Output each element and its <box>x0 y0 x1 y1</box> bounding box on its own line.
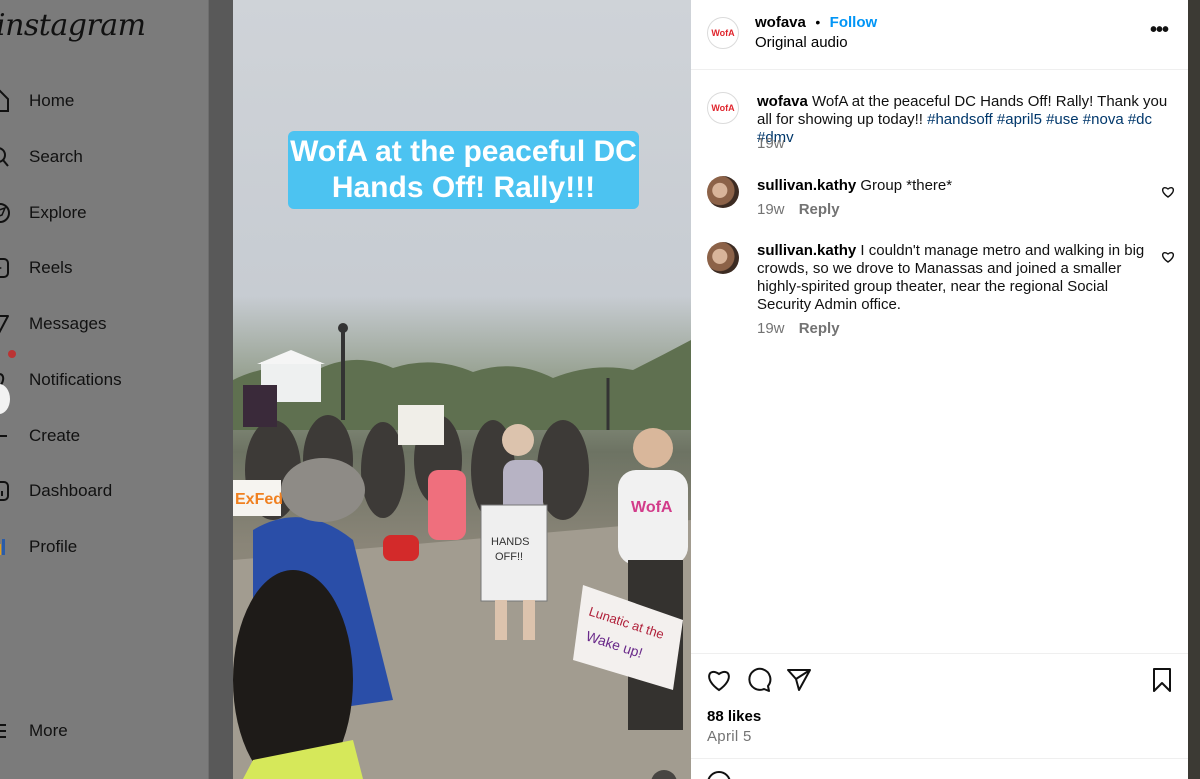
comment-body: Group *there* <box>860 177 953 194</box>
instagram-logo[interactable]: instagram <box>0 8 146 43</box>
svg-text:OFF!!: OFF!! <box>495 551 523 563</box>
sidebar-item-label: Profile <box>29 537 78 556</box>
sidebar-item-label: More <box>29 721 68 740</box>
menu-icon <box>0 724 6 738</box>
comment-text: sullivan.kathy Group *there* <box>757 177 1147 195</box>
video-caption-overlay: WofA at the peaceful DC Hands Off! Rally… <box>288 131 639 209</box>
plus-icon <box>0 435 7 437</box>
like-comment-heart-icon[interactable] <box>1161 250 1175 264</box>
svg-text:WofA: WofA <box>631 499 673 516</box>
comment-time: 19w <box>757 201 785 218</box>
sidebar-item-label: Create <box>29 426 81 445</box>
post-header: WofA wofava • Follow Original audio ••• <box>691 0 1188 70</box>
home-icon <box>0 89 9 112</box>
sidebar-item-label: Dashboard <box>29 481 113 500</box>
post-details-panel: WofA wofava • Follow Original audio ••• … <box>691 0 1188 779</box>
likes-count[interactable]: 88 likes <box>707 708 761 725</box>
reply-button[interactable]: Reply <box>799 201 840 218</box>
paper-plane-icon <box>0 315 9 334</box>
svg-text:HANDS: HANDS <box>491 536 530 548</box>
comment-meta: 19w Reply <box>757 201 840 218</box>
audio-link[interactable]: Original audio <box>755 34 848 51</box>
add-comment-bar[interactable] <box>691 758 1188 779</box>
sidebar-item-label: Messages <box>29 314 107 333</box>
sidebar-item-label: Notifications <box>29 370 122 389</box>
comment-username[interactable]: sullivan.kathy <box>757 177 856 194</box>
notification-badge <box>8 350 16 358</box>
sidebar-item-label: Reels <box>29 258 73 277</box>
more-options-icon[interactable]: ••• <box>1150 20 1172 46</box>
sidebar-item-label: Home <box>29 91 75 110</box>
svg-text:ExFed: ExFed <box>235 491 283 508</box>
caption-line-2: Hands Off! Rally!!! <box>331 171 596 204</box>
post-video[interactable]: WofA HANDS OFF!! Lunatic at the Wake up!… <box>233 0 691 779</box>
modal-backdrop[interactable] <box>209 0 233 779</box>
like-heart-icon[interactable] <box>706 667 732 693</box>
commenter-avatar[interactable] <box>707 242 739 274</box>
sidebar: instagram Home Search Explore Reels Mess… <box>0 0 209 779</box>
reply-button[interactable]: Reply <box>799 320 840 337</box>
comment-text: sullivan.kathy I couldn't manage metro a… <box>757 242 1147 314</box>
sidebar-item-label: Explore <box>29 203 87 222</box>
comment-username[interactable]: sullivan.kathy <box>757 242 856 259</box>
emoji-icon[interactable] <box>707 771 731 779</box>
author-username[interactable]: wofava <box>755 14 806 31</box>
commenter-avatar[interactable] <box>707 176 739 208</box>
author-row: wofava • Follow <box>755 14 877 32</box>
follow-button[interactable]: Follow <box>830 14 878 31</box>
search-icon <box>0 147 9 167</box>
comment-bubble-icon[interactable] <box>746 667 772 693</box>
caption-avatar[interactable]: WofA <box>707 92 739 124</box>
save-bookmark-icon[interactable] <box>1149 667 1175 693</box>
background-feed-strip <box>1188 0 1200 779</box>
caption-time: 19w <box>757 135 785 152</box>
caption-username[interactable]: wofava <box>757 93 808 110</box>
avatar-text: WofA <box>711 28 735 38</box>
reels-icon <box>0 258 9 278</box>
comment-time: 19w <box>757 320 785 337</box>
avatar-text: WofA <box>711 103 735 113</box>
post-actions: 88 likes April 5 <box>691 653 1188 779</box>
avatar-icon <box>0 539 5 555</box>
post-caption: wofava WofA at the peaceful DC Hands Off… <box>757 93 1177 147</box>
video-frame-illustration: WofA HANDS OFF!! Lunatic at the Wake up!… <box>233 323 691 779</box>
like-comment-heart-icon[interactable] <box>1161 185 1175 199</box>
chart-icon <box>0 481 9 501</box>
caption-line-1: WofA at the peaceful DC <box>290 135 637 168</box>
post-date: April 5 <box>707 728 752 745</box>
separator-dot: • <box>815 14 821 30</box>
comment-meta: 19w Reply <box>757 320 840 337</box>
sidebar-item-label: Search <box>29 147 83 166</box>
author-avatar[interactable]: WofA <box>707 17 739 49</box>
share-paper-plane-icon[interactable] <box>786 667 812 693</box>
compass-icon <box>0 203 10 223</box>
